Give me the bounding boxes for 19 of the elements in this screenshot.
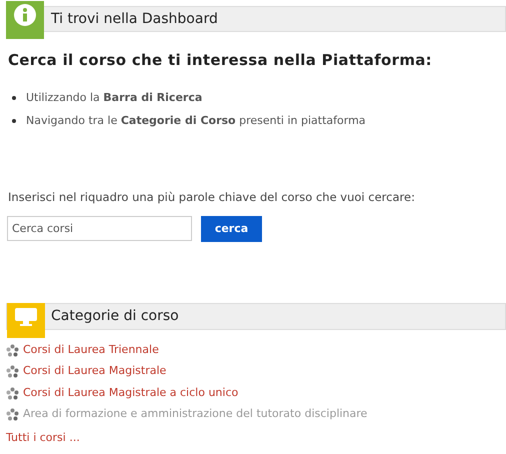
category-icon xyxy=(6,365,19,378)
category-link[interactable]: Area di formazione e amministrazione del tutorato disciplinare xyxy=(23,406,368,423)
bullet-text: Navigando tra le Categorie di Corso presenti in piattaforma xyxy=(26,113,366,129)
category-icon xyxy=(6,386,19,400)
page-heading: Cerca il corso che ti interessa nella Piattaforma: xyxy=(8,50,433,71)
header-title: Ti trovi nella Dashboard xyxy=(51,10,218,28)
category-link[interactable]: Corsi di Laurea Magistrale a ciclo unico xyxy=(23,384,238,402)
category-link[interactable]: Corsi di Laurea Magistrale xyxy=(23,363,166,380)
category-link[interactable]: Corsi di Laurea Triennale xyxy=(23,342,159,358)
all-courses-link[interactable]: Tutti i corsi ... xyxy=(6,430,80,446)
bullet-text: Utilizzando la Barra di Ricerca xyxy=(26,90,202,106)
info-icon xyxy=(14,4,36,26)
search-button[interactable]: cerca xyxy=(201,216,262,242)
search-field[interactable]: Cerca corsi xyxy=(7,216,192,242)
category-icon xyxy=(6,344,19,356)
monitor-icon xyxy=(14,306,38,327)
search-label: Inserisci nel riquadro una più parole chiave del corso che vuoi cercare: xyxy=(8,188,416,206)
header-title: Categorie di corso xyxy=(51,306,179,326)
category-icon xyxy=(6,408,19,421)
